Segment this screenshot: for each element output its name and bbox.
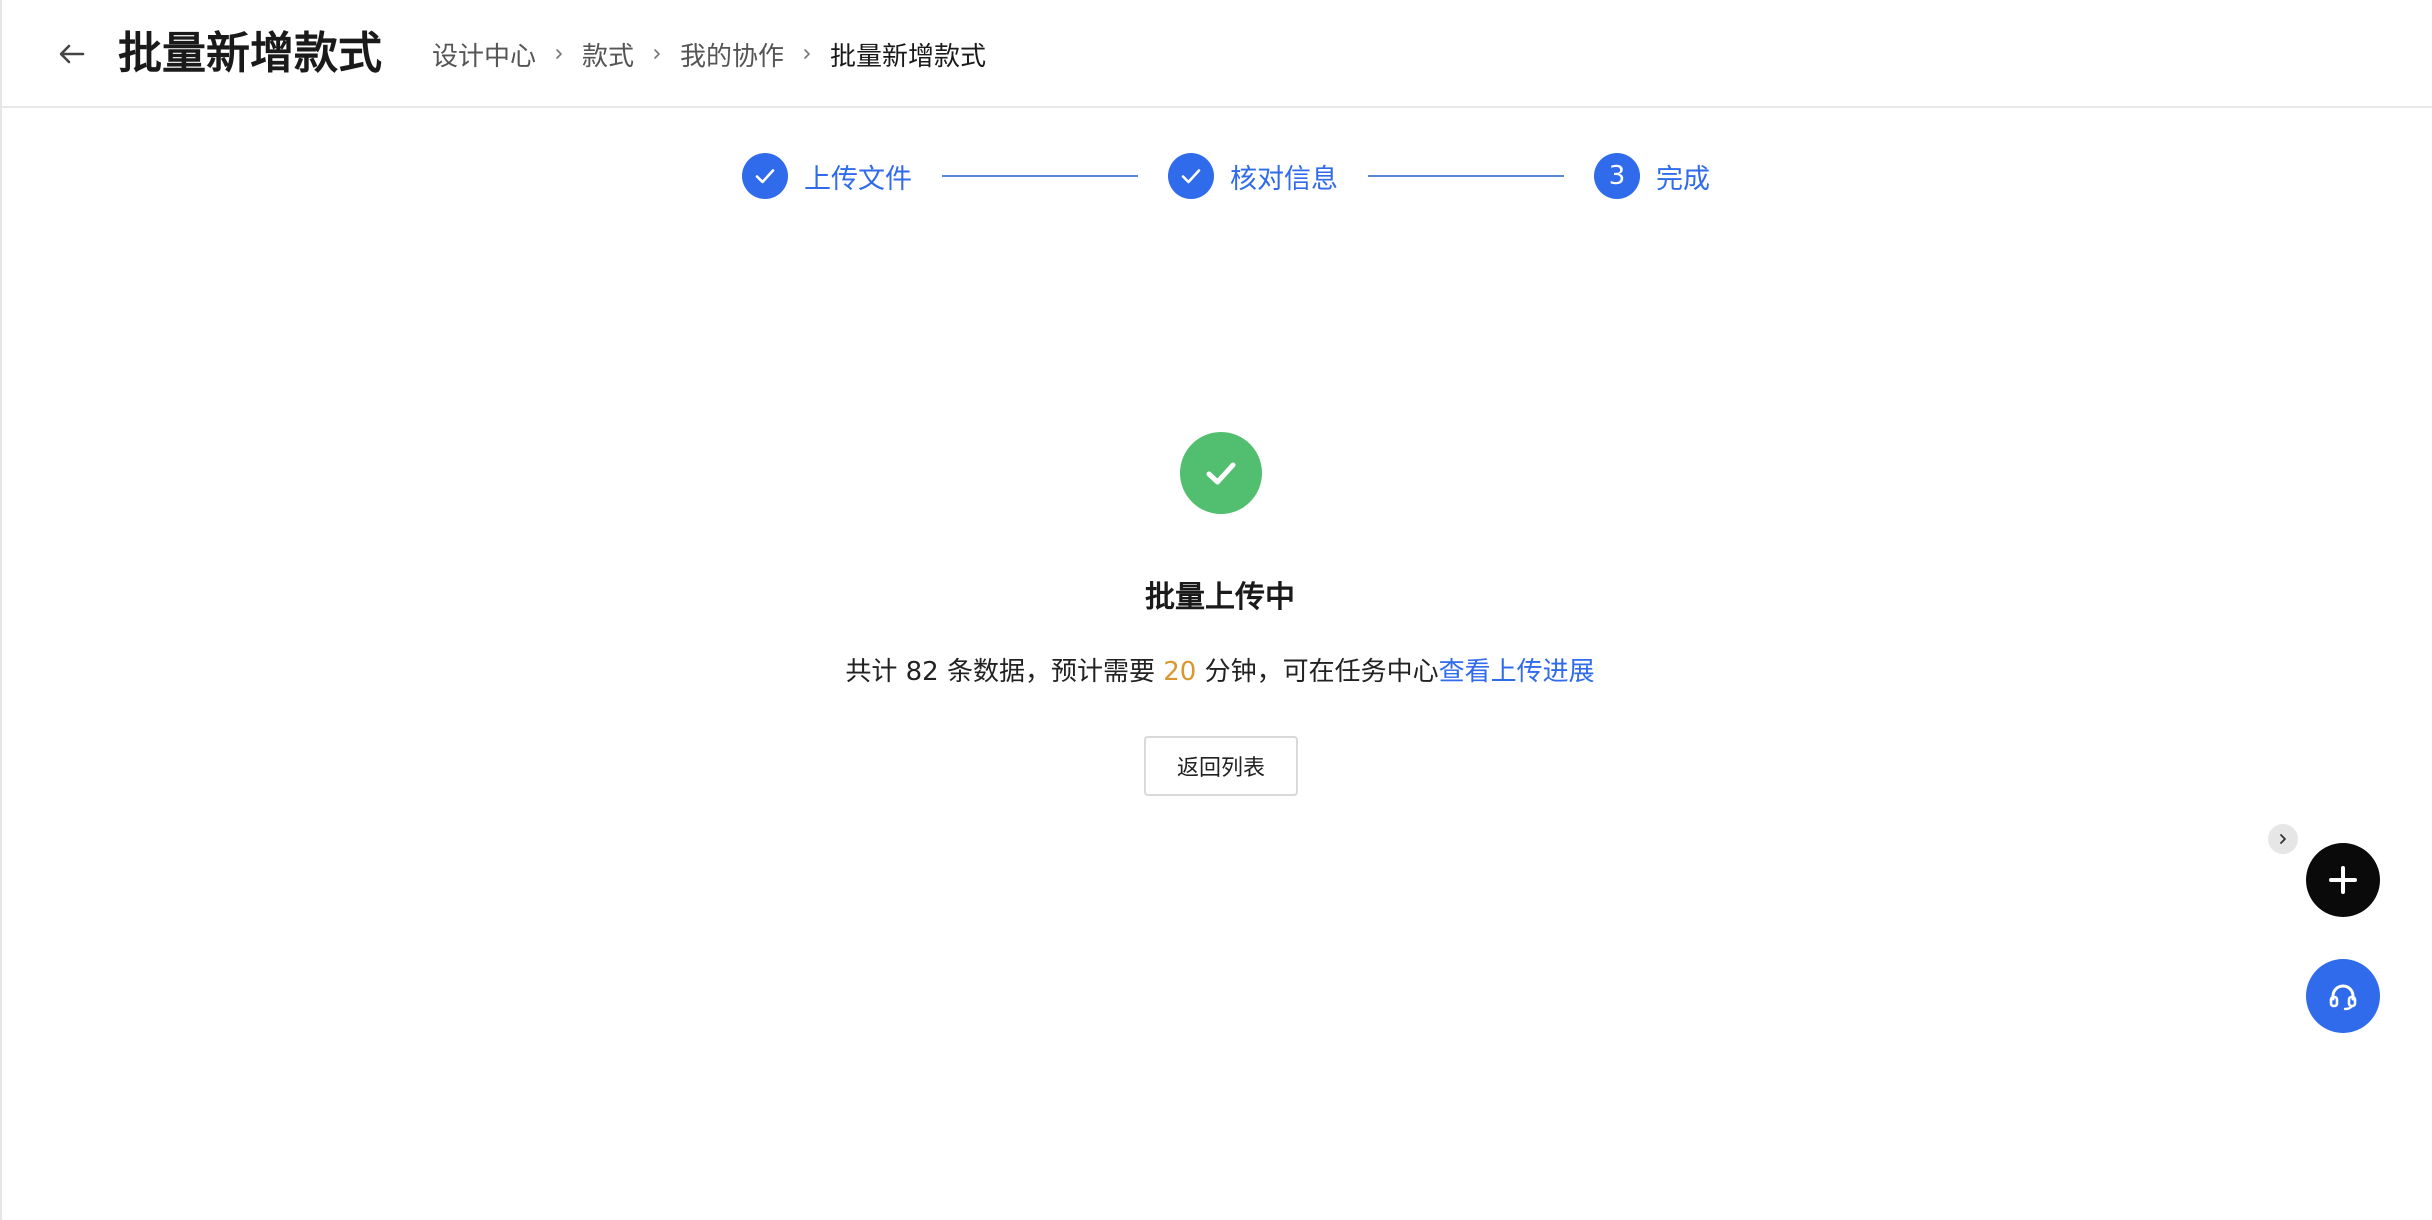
result-description: 共计 82 条数据，预计需要 20 分钟，可在任务中心查看上传进展 — [2, 651, 2432, 688]
step-connector — [1368, 175, 1564, 177]
step-label: 核对信息 — [1230, 163, 1338, 195]
breadcrumb-item-current: 批量新增款式 — [830, 41, 987, 72]
step-label: 上传文件 — [804, 163, 912, 195]
breadcrumb-item-design-center[interactable]: 设计中心 — [432, 36, 536, 73]
step-upload-file: 上传文件 — [742, 153, 912, 199]
plus-icon — [2329, 866, 2357, 894]
step-connector — [942, 175, 1138, 177]
floating-collapse-toggle[interactable] — [2268, 824, 2298, 854]
page-header: 批量新增款式 设计中心 款式 我的协作 批量新增款式 — [2, 0, 2432, 108]
add-fab-button[interactable] — [2306, 843, 2380, 917]
estimated-minutes: 20 — [1163, 657, 1197, 687]
back-to-list-button[interactable]: 返回列表 — [1144, 736, 1298, 796]
breadcrumb-item-styles[interactable]: 款式 — [582, 36, 634, 73]
chevron-right-icon — [804, 49, 810, 59]
breadcrumb: 设计中心 款式 我的协作 批量新增款式 — [432, 34, 986, 74]
check-icon — [1181, 169, 1201, 184]
customer-support-button[interactable] — [2306, 959, 2380, 1033]
step-circle-finished — [742, 153, 788, 199]
chevron-right-icon — [556, 49, 562, 59]
chevron-right-icon — [654, 49, 660, 59]
view-upload-progress-link[interactable]: 查看上传进展 — [1439, 657, 1595, 687]
page: 批量新增款式 设计中心 款式 我的协作 批量新增款式 上传文件 核对信息 3 完… — [0, 0, 2432, 1220]
back-button[interactable] — [52, 34, 92, 74]
result-desc-middle: 分钟，可在任务中心 — [1196, 657, 1439, 687]
page-title: 批量新增款式 — [118, 28, 382, 79]
step-complete: 3 完成 — [1594, 153, 1710, 199]
result-title: 批量上传中 — [1145, 580, 1295, 615]
step-circle-current: 3 — [1594, 153, 1640, 199]
success-status-icon — [1180, 432, 1262, 514]
step-label: 完成 — [1656, 163, 1710, 195]
success-check-icon — [1206, 462, 1236, 485]
chevron-right-icon — [2280, 834, 2286, 844]
steps-indicator: 上传文件 核对信息 3 完成 — [742, 152, 1710, 200]
step-verify-info: 核对信息 — [1168, 153, 1338, 199]
headset-icon — [2329, 984, 2357, 1011]
arrow-left-icon — [59, 44, 85, 64]
check-icon — [755, 169, 775, 184]
result-desc-prefix: 共计 82 条数据，预计需要 — [845, 657, 1164, 687]
breadcrumb-item-my-collaboration[interactable]: 我的协作 — [680, 36, 784, 73]
step-circle-finished — [1168, 153, 1214, 199]
